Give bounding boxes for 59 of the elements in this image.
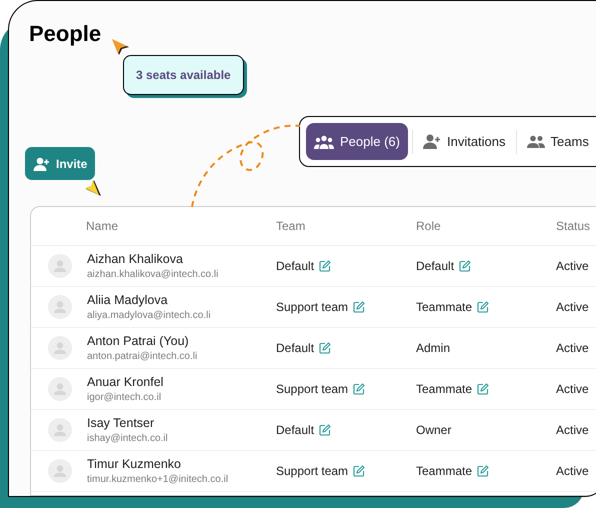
edit-icon[interactable] — [319, 424, 332, 436]
users-icon — [526, 135, 545, 148]
avatar-icon — [48, 459, 72, 483]
avatar-icon — [48, 418, 72, 442]
person-name: Anuar Kronfel — [87, 374, 164, 390]
avatar-icon — [48, 295, 72, 319]
person-name: Aizhan Khalikova — [87, 250, 184, 266]
person-email: aizhan.khalikova@intech.co.li — [87, 268, 220, 282]
edit-icon[interactable] — [353, 301, 366, 313]
team-name: Default — [276, 340, 314, 357]
team-name: Support team — [276, 299, 348, 316]
edit-icon[interactable] — [477, 301, 490, 313]
status-text: Active — [556, 300, 589, 314]
edit-icon[interactable] — [459, 260, 472, 272]
avatar-icon — [48, 377, 72, 401]
column-header: Team — [276, 218, 306, 235]
role-name: Teammate — [416, 381, 472, 398]
cursor-icon — [110, 37, 130, 57]
status-text: Active — [556, 464, 589, 478]
invite-button[interactable]: Invite — [25, 147, 96, 180]
person-email: timur.kuzmenko+1@initech.co.il — [87, 472, 230, 486]
edit-icon[interactable] — [477, 465, 490, 477]
column-header: Status — [556, 218, 590, 235]
role-name: Admin — [416, 340, 450, 357]
tab[interactable]: People (6) — [306, 123, 408, 160]
person-email: aliya.madylova@intech.co.li — [87, 308, 212, 322]
avatar-icon — [48, 254, 72, 278]
column-header: Name — [86, 218, 118, 235]
person-name: Timur Kuzmenko — [87, 456, 182, 472]
edit-icon[interactable] — [319, 342, 332, 354]
status-text: Active — [556, 382, 589, 396]
edit-icon[interactable] — [353, 465, 366, 477]
role-name: Teammate — [416, 463, 472, 480]
person-name: Anton Patrai (You) — [87, 332, 190, 348]
person-email: igor@intech.co.il — [87, 390, 162, 404]
status-text: Active — [556, 423, 589, 437]
person-name: Aliia Madylova — [87, 292, 169, 308]
seats-badge: 3 seats available — [123, 55, 244, 95]
person-name: Isay Tentser — [87, 414, 156, 430]
role-name: Owner — [416, 422, 452, 439]
group-icon — [314, 134, 334, 148]
person-email: anton.patrai@intech.co.li — [87, 350, 198, 364]
user-add-icon — [33, 156, 50, 170]
role-name: Teammate — [416, 299, 472, 316]
edit-icon[interactable] — [477, 383, 490, 395]
edit-icon[interactable] — [319, 260, 332, 272]
column-header: Role — [416, 218, 441, 235]
team-name: Support team — [276, 381, 348, 398]
team-name: Support team — [276, 463, 348, 480]
edit-icon[interactable] — [353, 383, 366, 395]
team-name: Default — [276, 258, 314, 275]
page-title: People — [29, 20, 102, 48]
user-add-icon — [422, 134, 441, 149]
person-email: ishay@intech.co.il — [87, 432, 169, 446]
avatar-icon — [48, 336, 72, 360]
status-text: Active — [556, 341, 589, 355]
team-name: Default — [276, 422, 314, 439]
status-text: Active — [556, 259, 589, 273]
role-name: Default — [416, 258, 454, 275]
